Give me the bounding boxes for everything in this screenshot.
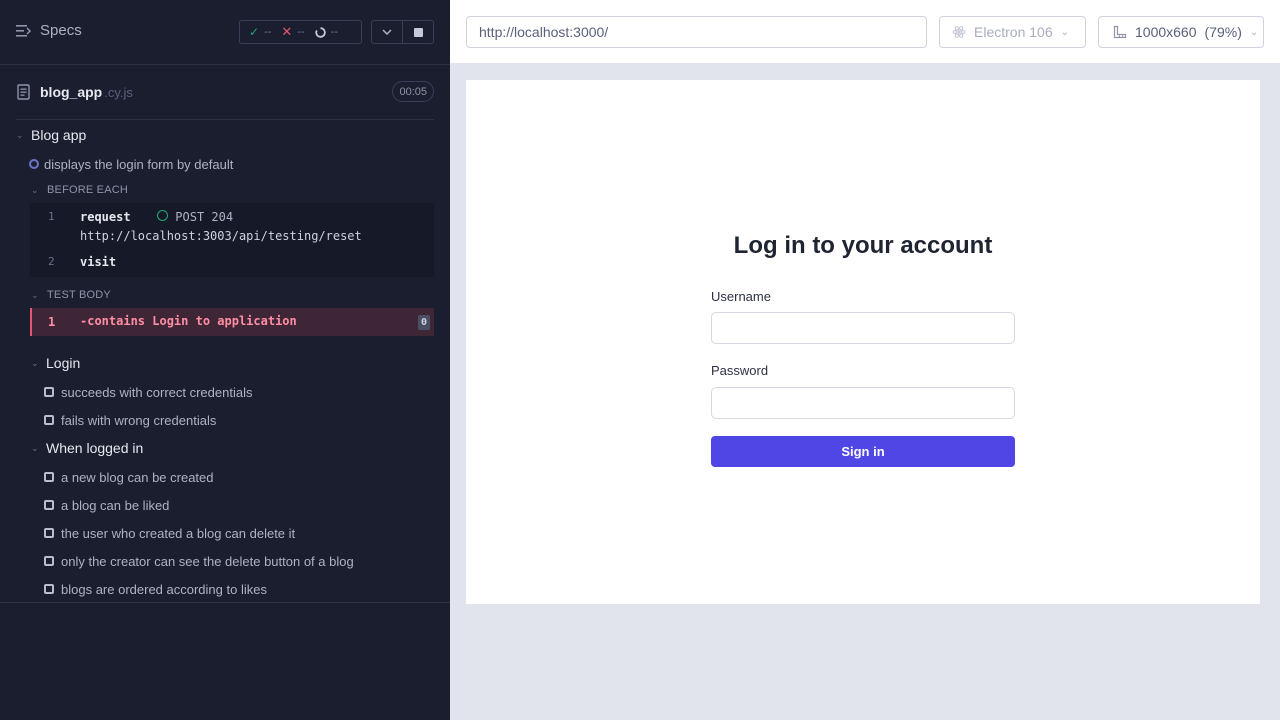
spec-extension: .cy.js [104, 84, 133, 100]
specs-list-toggle[interactable]: Specs [16, 22, 82, 39]
divider [0, 602, 450, 603]
collapse-all-button[interactable] [372, 21, 402, 43]
test-fails-wrong-credentials[interactable]: fails with wrong credentials [44, 411, 216, 429]
reporter-controls [371, 20, 434, 44]
running-spinner-icon [29, 159, 39, 169]
command-contains-failing[interactable]: 1 -contains Login to application 0 [30, 308, 434, 336]
test-succeeds-correct-credentials[interactable]: succeeds with correct credentials [44, 383, 252, 401]
test-blogs-ordered[interactable]: blogs are ordered according to likes [44, 580, 267, 598]
chevron-down-icon: ⌄ [31, 442, 39, 453]
test-reporter-panel: Specs ✓ -- ✕ -- -- blog_app .cy.js 00:05… [0, 0, 450, 720]
page-title: Log in to your account [733, 232, 993, 259]
chevron-down-icon: ⌄ [1249, 26, 1259, 38]
specs-menu-icon [16, 24, 32, 37]
suite-when-logged-in[interactable]: ⌄ When logged in [31, 439, 143, 457]
username-label: Username [711, 289, 771, 304]
aut-header: http://localhost:3000/ Electron 106 ⌄ 10… [450, 0, 1280, 64]
pending-test-icon [44, 472, 54, 482]
hook-before-each[interactable]: ⌄ BEFORE EACH [31, 183, 128, 197]
suite-blog-app[interactable]: ⌄ Blog app [16, 126, 86, 144]
test-blog-liked[interactable]: a blog can be liked [44, 496, 169, 514]
passed-stat: ✓ -- [249, 25, 272, 39]
pending-test-icon [44, 528, 54, 538]
chevron-down-icon: ⌄ [31, 289, 39, 300]
chevron-down-icon: ⌄ [1060, 26, 1069, 38]
command-visit[interactable]: visit [80, 255, 116, 269]
viewport-selector[interactable]: 1000x660 (79%) ⌄ [1098, 16, 1264, 48]
pending-spinner-icon [315, 26, 326, 38]
test-stats: ✓ -- ✕ -- -- [239, 20, 362, 44]
request-url: http://localhost:3003/api/testing/reset [80, 229, 362, 243]
password-label: Password [711, 363, 769, 378]
specs-label: Specs [40, 22, 82, 39]
spec-name: blog_app [40, 84, 103, 100]
browser-selector[interactable]: Electron 106 ⌄ [939, 16, 1086, 48]
test-new-blog-created[interactable]: a new blog can be created [44, 468, 214, 486]
stop-icon [413, 27, 423, 37]
chevron-down-icon: ⌄ [16, 129, 24, 140]
test-body-section[interactable]: ⌄ TEST BODY [31, 288, 111, 302]
cross-icon: ✕ [281, 24, 293, 39]
electron-icon [952, 26, 966, 38]
test-creator-sees-delete[interactable]: only the creator can see the delete butt… [44, 552, 354, 570]
stop-button[interactable] [402, 21, 433, 43]
chevron-down-icon: ⌄ [31, 184, 39, 195]
element-count-badge: 0 [418, 315, 430, 330]
sign-in-button[interactable]: Sign in [711, 436, 1015, 467]
reporter-header: Specs ✓ -- ✕ -- -- [0, 0, 450, 65]
spec-file-row[interactable]: blog_app .cy.js 00:05 [16, 80, 434, 104]
password-field[interactable] [711, 387, 1015, 419]
command-request[interactable]: request POST 204 [80, 210, 233, 224]
application-preview: Log in to your account Username Password… [466, 80, 1260, 604]
test-displays-login-form[interactable]: displays the login form by default [29, 155, 233, 173]
suite-login[interactable]: ⌄ Login [31, 354, 80, 372]
chevron-down-icon [382, 29, 392, 35]
pending-test-icon [44, 415, 54, 425]
url-bar[interactable]: http://localhost:3000/ [466, 16, 927, 48]
failed-stat: ✕ -- [281, 24, 305, 39]
document-icon [17, 84, 30, 100]
run-duration: 00:05 [392, 81, 434, 102]
check-icon: ✓ [249, 25, 260, 39]
pending-test-icon [44, 556, 54, 566]
divider [16, 119, 434, 120]
pending-test-icon [44, 500, 54, 510]
pending-test-icon [44, 584, 54, 594]
pending-test-icon [44, 387, 54, 397]
username-field[interactable] [711, 312, 1015, 344]
pending-stat: -- [315, 26, 338, 38]
ruler-icon [1113, 25, 1127, 39]
test-delete-blog[interactable]: the user who created a blog can delete i… [44, 524, 295, 542]
chevron-down-icon: ⌄ [31, 357, 39, 368]
before-each-commands: 1 request POST 204 http://localhost:3003… [30, 203, 434, 277]
success-circle-icon [157, 210, 169, 221]
